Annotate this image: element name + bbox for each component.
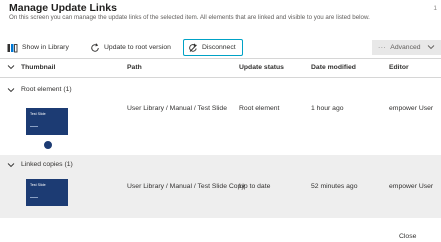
column-path[interactable]: Path [127,59,142,77]
row-status: Root element [239,105,280,112]
disconnect-label: Disconnect [202,44,236,51]
thumbnail-subline [30,126,38,127]
table-header: Thumbnail Path Update status Date modifi… [0,58,441,78]
column-update-status[interactable]: Update status [239,59,284,77]
column-date-modified[interactable]: Date modified [311,59,356,77]
chevron-down-icon [7,87,15,93]
more-icon: ··· [378,44,387,51]
show-in-library-button[interactable]: Show in Library [7,40,69,55]
table-row[interactable]: Test Slide User Library / Manual / Test … [0,100,441,150]
group-header-linked-copies[interactable]: Linked copies (1) [0,155,441,175]
refresh-icon [90,42,100,53]
dialog-title: Manage Update Links [9,2,117,14]
thumbnail-subline [30,197,38,198]
chevron-down-icon [7,162,15,168]
table-row[interactable]: Test Slide User Library / Manual / Test … [0,175,441,218]
link-badge-icon [43,140,53,150]
row-date-modified: 1 hour ago [311,105,344,112]
update-to-root-button[interactable]: Update to root version [90,40,171,55]
update-to-root-label: Update to root version [104,44,171,51]
close-button[interactable]: Close [399,233,416,240]
row-path: User Library / Manual / Test Slide [127,105,227,112]
slide-thumbnail: Test Slide [26,108,68,135]
row-date-modified: 52 minutes ago [311,183,358,190]
advanced-label: Advanced [390,44,421,51]
toolbar: Show in Library Update to root version D… [0,36,441,58]
collapse-all-chevron-icon[interactable] [7,64,15,70]
chevron-down-icon [427,44,435,52]
thumbnail-title: Test Slide [30,112,46,116]
slide-thumbnail: Test Slide [26,179,68,206]
group-label: Linked copies (1) [21,161,73,168]
row-editor: empower User [389,105,434,112]
library-icon [7,43,18,53]
corner-number: 1 [433,5,437,12]
advanced-button[interactable]: ··· Advanced [372,40,441,55]
row-status: Up to date [239,183,271,190]
row-path: User Library / Manual / Test Slide Copy [127,183,245,190]
column-editor[interactable]: Editor [389,59,409,77]
disconnect-button[interactable]: Disconnect [183,39,243,56]
group-header-root[interactable]: Root element (1) [0,80,441,100]
group-label: Root element (1) [21,86,72,93]
thumbnail-title: Test Slide [30,183,46,187]
row-editor: empower User [389,183,434,190]
show-in-library-label: Show in Library [22,44,69,51]
disconnect-icon [188,43,198,53]
column-thumbnail[interactable]: Thumbnail [21,59,55,77]
dialog-subtitle: On this screen you can manage the update… [9,14,370,21]
